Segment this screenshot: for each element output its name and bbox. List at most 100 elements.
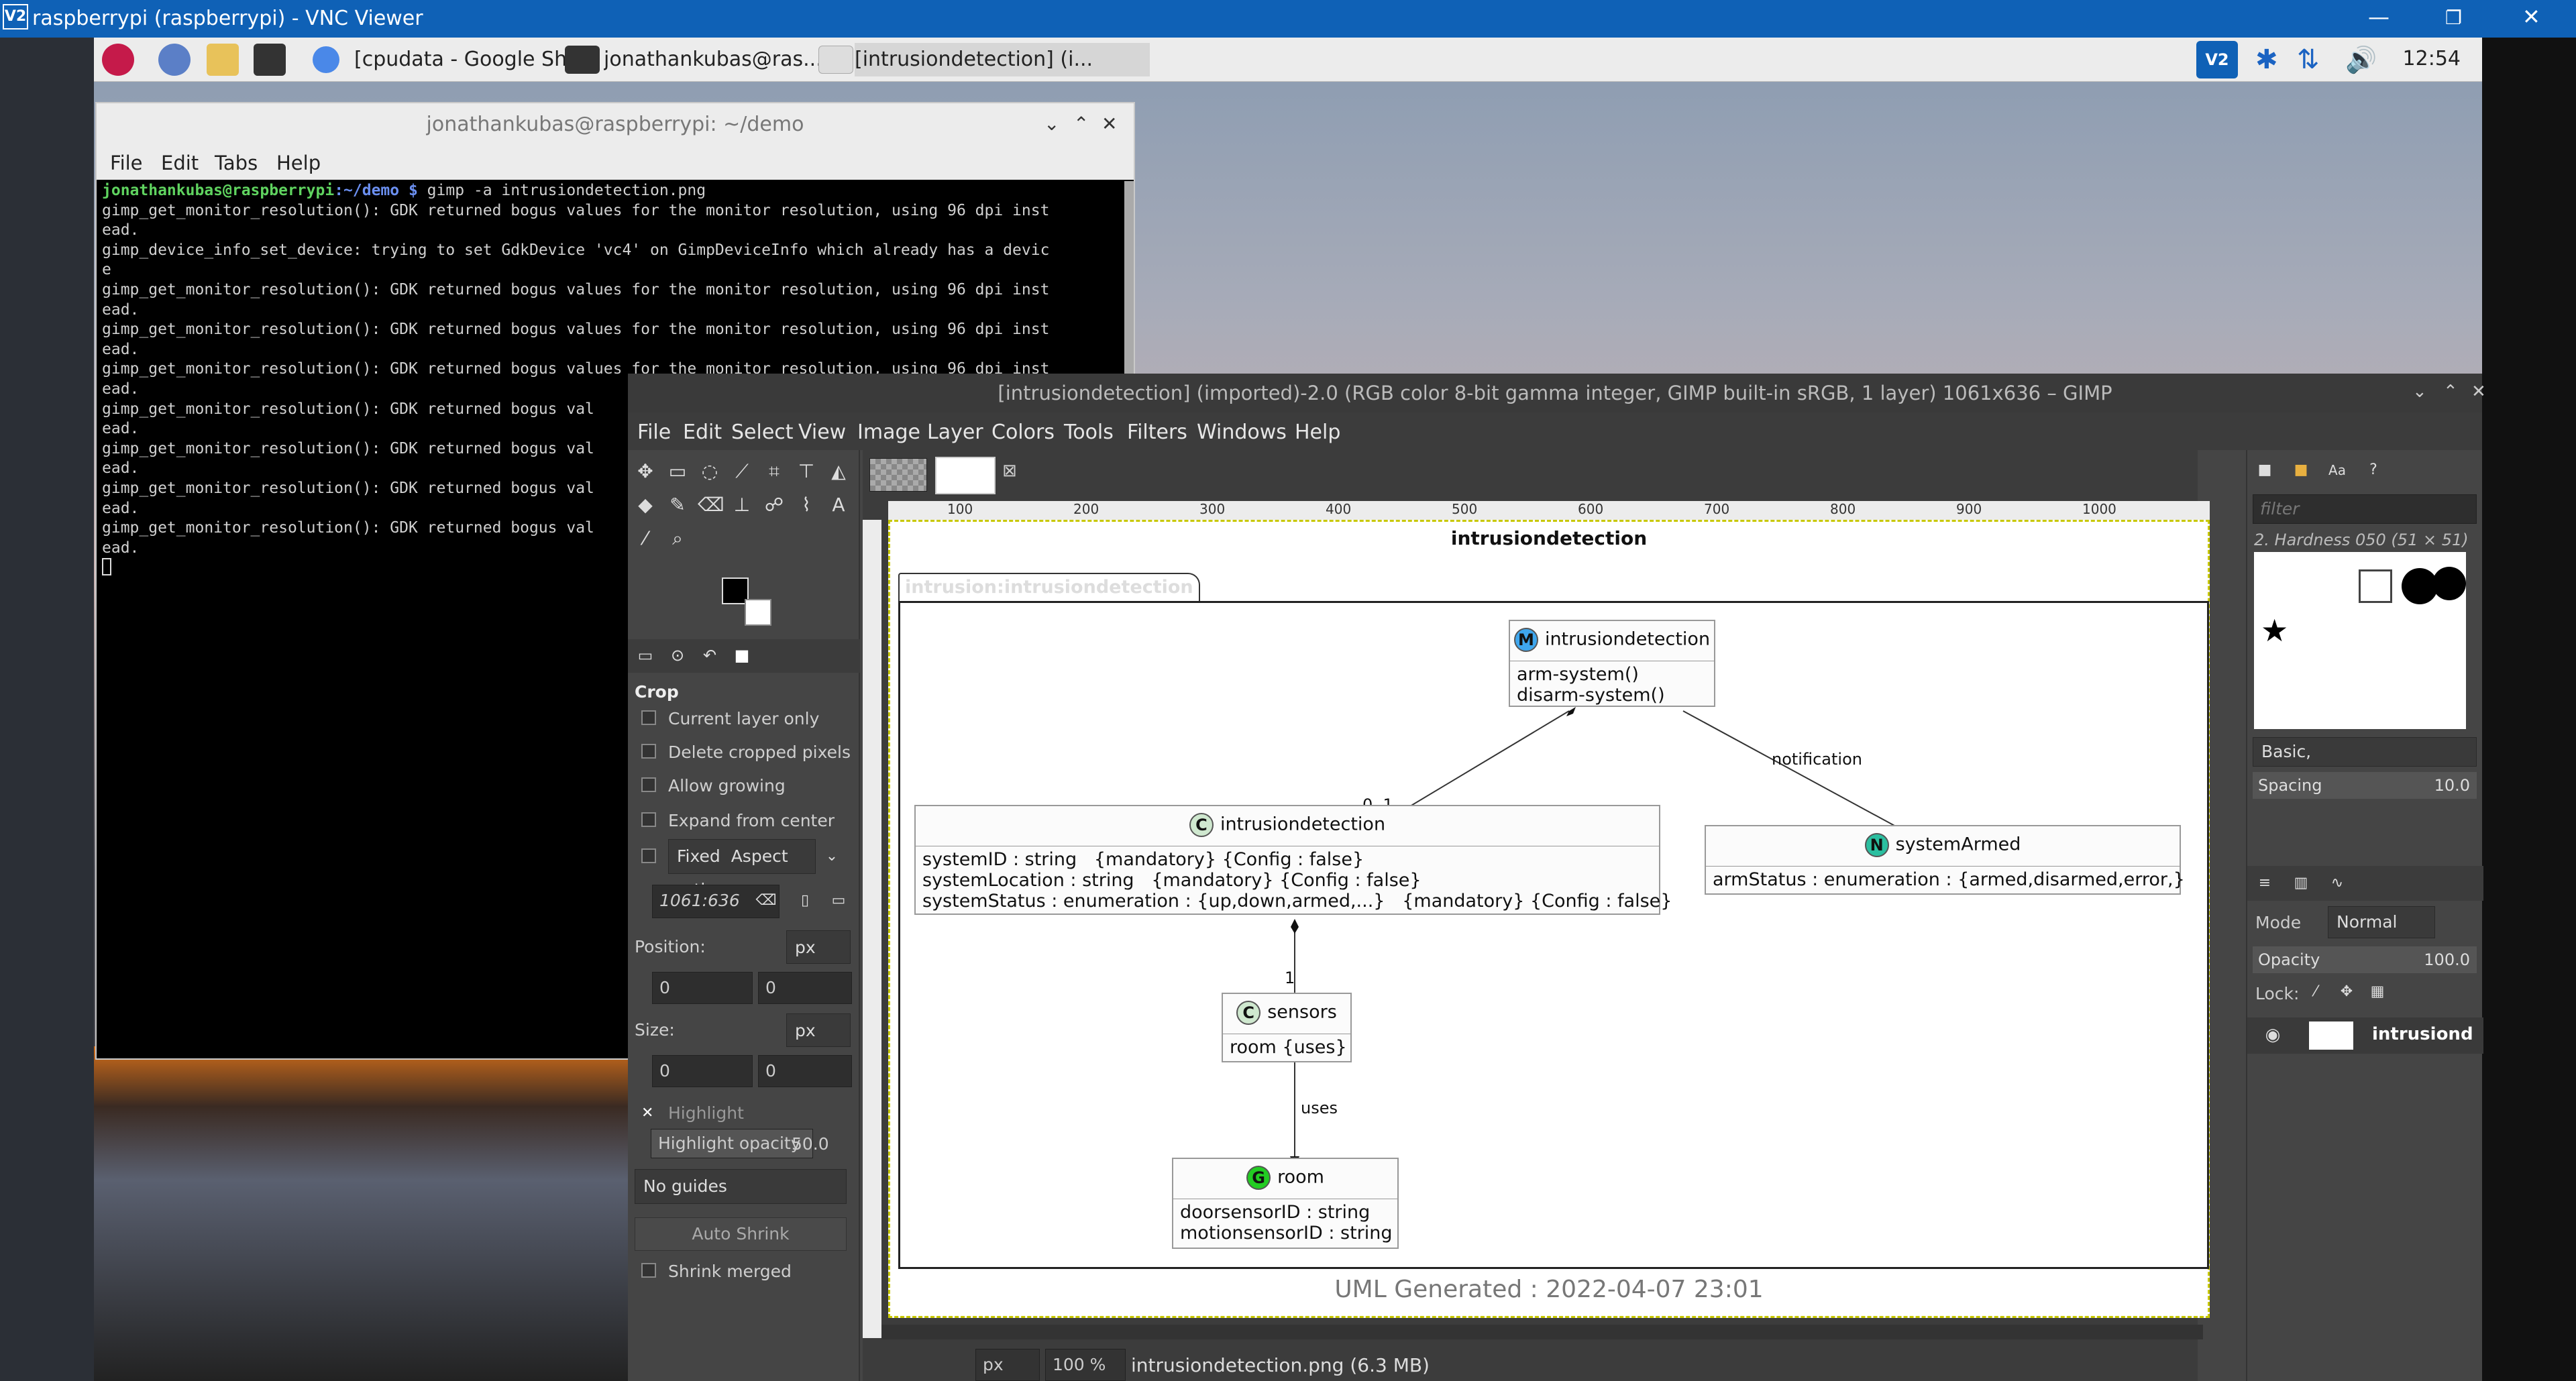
rect-select-icon[interactable]: ▭ (665, 459, 690, 484)
terminal-scrollbar[interactable] (1124, 181, 1134, 382)
layer-row[interactable]: ◉ intrusiond (2247, 1017, 2483, 1054)
size-y-field[interactable]: 0 (758, 1055, 852, 1087)
close-icon[interactable]: ✕ (1102, 113, 1117, 135)
volume-icon[interactable]: 🔊 (2345, 44, 2377, 76)
network-icon[interactable]: ⇅ (2297, 44, 2326, 76)
layers-tab-icon[interactable]: ≡ (2253, 871, 2277, 895)
lock-pixels-icon[interactable]: ⁄ (2304, 980, 2328, 1004)
landscape-icon[interactable]: ▭ (826, 889, 851, 913)
delete-cropped-checkbox[interactable] (641, 744, 656, 759)
taskbar-item-gimp[interactable]: [intrusiondetection] (i... (855, 43, 1150, 76)
size-unit-dropdown[interactable]: px (786, 1013, 851, 1047)
help-tab-icon[interactable]: ? (2361, 458, 2385, 482)
image-canvas[interactable]: intrusiondetection intrusion:intrusionde… (888, 520, 2210, 1318)
raspberry-menu-icon[interactable] (102, 44, 134, 76)
auto-shrink-button[interactable]: Auto Shrink (635, 1217, 847, 1251)
vnc-tray-icon[interactable]: V2 (2196, 41, 2238, 78)
menu-tools[interactable]: Tools (1064, 421, 1114, 444)
fonts-tab-icon[interactable]: Aa (2325, 458, 2349, 482)
move-tool-icon[interactable]: ✥ (633, 459, 657, 484)
menu-select[interactable]: Select (731, 421, 794, 444)
maximize-icon[interactable]: ⌃ (1073, 113, 1089, 135)
bluetooth-icon[interactable]: ✱ (2255, 44, 2279, 76)
minimize-icon[interactable]: — (2368, 4, 2390, 30)
highlight-checkbox[interactable]: ✕ (641, 1105, 653, 1121)
restore-icon[interactable]: ❐ (2445, 7, 2462, 29)
text-tool-icon[interactable]: A (826, 493, 851, 517)
terminal-icon[interactable] (254, 44, 286, 76)
zoom-dropdown[interactable]: 100 % (1045, 1349, 1126, 1381)
menu-windows[interactable]: Windows (1197, 421, 1287, 444)
position-unit-dropdown[interactable]: px (786, 930, 851, 964)
eraser-icon[interactable]: ⌫ (698, 493, 724, 517)
lock-position-icon[interactable]: ✥ (2334, 980, 2359, 1004)
expand-center-checkbox[interactable] (641, 812, 656, 827)
menu-image[interactable]: Image (857, 421, 920, 444)
fixed-aspect-dropdown[interactable]: Fixed Aspect ratio (668, 839, 816, 899)
portrait-icon[interactable]: ▯ (793, 889, 817, 913)
paintbrush-icon[interactable]: ✎ (665, 493, 690, 517)
mode-dropdown[interactable]: Normal (2328, 906, 2435, 938)
brush-item[interactable] (2432, 567, 2466, 600)
clear-field-icon[interactable]: ⌫ (754, 889, 778, 913)
clock[interactable]: 12:54 (2403, 47, 2461, 70)
minimize-icon[interactable]: ⌄ (2412, 382, 2427, 402)
eye-icon[interactable]: ◉ (2261, 1023, 2285, 1047)
size-x-field[interactable]: 0 (652, 1055, 753, 1087)
file-manager-icon[interactable] (207, 44, 239, 76)
chevron-down-icon[interactable]: ⌄ (820, 844, 844, 869)
warp-icon[interactable]: ◭ (826, 459, 851, 484)
paths-icon[interactable]: ⌇ (794, 493, 818, 517)
menu-view[interactable]: View (798, 421, 846, 444)
paths-tab-icon[interactable]: ∿ (2325, 871, 2349, 895)
crop-tool-icon[interactable]: ⌗ (762, 459, 786, 484)
smudge-icon[interactable]: ☍ (762, 493, 786, 517)
web-browser-icon[interactable] (158, 44, 191, 76)
position-y-field[interactable]: 0 (758, 972, 852, 1004)
menu-help[interactable]: Help (276, 152, 321, 174)
position-x-field[interactable]: 0 (652, 972, 753, 1004)
background-color[interactable] (745, 599, 771, 626)
lock-alpha-icon[interactable]: ▦ (2365, 980, 2390, 1004)
selected-brush[interactable] (2359, 569, 2392, 603)
device-status-tab-icon[interactable]: ⊙ (665, 643, 690, 667)
horizontal-scrollbar[interactable] (881, 1325, 2203, 1339)
color-picker-icon[interactable]: ⁄ (633, 527, 657, 551)
image-thumbnail-active[interactable] (935, 457, 996, 494)
menu-edit[interactable]: Edit (161, 152, 199, 174)
brush-filter-input[interactable]: filter (2253, 494, 2477, 524)
menu-colors[interactable]: Colors (991, 421, 1055, 444)
allow-growing-checkbox[interactable] (641, 777, 656, 792)
menu-tabs[interactable]: Tabs (215, 152, 258, 174)
patterns-tab-icon[interactable]: ■ (2289, 458, 2313, 482)
menu-help[interactable]: Help (1295, 421, 1340, 444)
menu-edit[interactable]: Edit (683, 421, 722, 444)
brush-preset-dropdown[interactable]: Basic, (2253, 737, 2477, 767)
fixed-checkbox[interactable] (641, 848, 656, 863)
close-icon[interactable]: ✕ (2522, 4, 2540, 30)
images-tab-icon[interactable]: ■ (730, 643, 754, 667)
undo-history-tab-icon[interactable]: ↶ (698, 643, 722, 667)
minimize-icon[interactable]: ⌄ (1044, 113, 1059, 135)
close-icon[interactable]: ✕ (2471, 382, 2486, 402)
maximize-icon[interactable]: ⌃ (2443, 382, 2458, 402)
menu-file[interactable]: File (637, 421, 671, 444)
close-tab-icon[interactable]: ⊠ (1002, 461, 1017, 481)
zoom-icon[interactable]: ⌕ (665, 527, 690, 551)
brushes-tab-icon[interactable]: ■ (2253, 458, 2277, 482)
tool-options-tab-icon[interactable]: ▭ (633, 643, 657, 667)
menu-file[interactable]: File (110, 152, 143, 174)
channels-tab-icon[interactable]: ▥ (2289, 871, 2313, 895)
clone-icon[interactable]: ⊥ (730, 493, 754, 517)
guides-dropdown[interactable]: No guides (635, 1169, 847, 1204)
image-thumbnail-tab[interactable] (869, 458, 927, 492)
current-layer-only-checkbox[interactable] (641, 710, 656, 725)
shrink-merged-checkbox[interactable] (641, 1263, 656, 1278)
star-brush-icon[interactable]: ★ (2261, 612, 2288, 649)
fuzzy-select-icon[interactable]: ⟋ (730, 459, 754, 484)
transform-icon[interactable]: ⊤ (794, 459, 818, 484)
lasso-icon[interactable]: ◌ (698, 459, 722, 484)
status-unit-dropdown[interactable]: px (975, 1349, 1040, 1381)
bucket-fill-icon[interactable]: ◆ (633, 493, 657, 517)
opacity-slider[interactable]: Opacity 100.0 (2253, 946, 2477, 973)
